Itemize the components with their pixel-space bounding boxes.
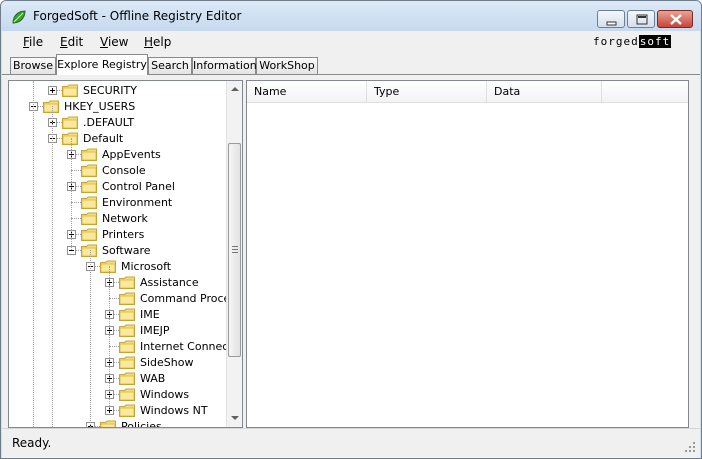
menu-edit[interactable]: Edit: [60, 35, 83, 49]
tree-node-label: Windows NT: [140, 404, 208, 417]
expand-plus-icon[interactable]: [48, 86, 57, 95]
tree-node-label: IMEJP: [140, 324, 170, 337]
folder-icon: [119, 308, 135, 321]
tree-node-label: Console: [102, 164, 146, 177]
explore-registry-content: SECURITY HKEY_USERS .DEFAULT Default AppEven…: [2, 74, 700, 428]
folder-icon: [81, 180, 97, 193]
tree-guide-line: [71, 138, 72, 250]
scroll-up-arrow-icon[interactable]: [231, 87, 239, 91]
tree-node-label: Assistance: [140, 276, 199, 289]
tree-node-label: Control Panel: [102, 180, 175, 193]
tree-node-label: IME: [140, 308, 160, 321]
folder-icon: [119, 388, 135, 401]
tab-search[interactable]: Search: [148, 57, 192, 74]
tab-bar: Browse Explore Registry Search Informati…: [2, 53, 700, 75]
resize-grip-icon[interactable]: [684, 441, 696, 453]
tree-node-label: Default: [83, 132, 124, 145]
tree-node-label: SideShow: [140, 356, 194, 369]
registry-tree[interactable]: SECURITY HKEY_USERS .DEFAULT Default AppEven…: [8, 80, 243, 428]
tree-node-label: Windows: [140, 388, 190, 401]
minimize-button[interactable]: [597, 10, 625, 28]
menu-view[interactable]: View: [100, 35, 128, 49]
folder-icon: [81, 164, 97, 177]
folder-icon: [119, 276, 135, 289]
scroll-thumb[interactable]: [228, 143, 241, 357]
tree-node-label: Network: [102, 212, 148, 225]
tree-guide-line: [109, 266, 110, 410]
folder-icon: [119, 292, 135, 305]
menu-help[interactable]: Help: [144, 35, 171, 49]
minimize-icon: [606, 21, 617, 26]
folder-icon: [81, 212, 97, 225]
tab-explore-registry[interactable]: Explore Registry: [56, 54, 148, 75]
maximize-icon: [636, 14, 648, 25]
tab-workshop[interactable]: WorkShop: [256, 57, 318, 74]
tab-information[interactable]: Information: [192, 57, 257, 74]
column-header-filler: [602, 81, 688, 103]
tree-vertical-scrollbar[interactable]: [226, 81, 242, 427]
tree-node-label: Environment: [102, 196, 173, 209]
values-list[interactable]: Name Type Data: [246, 80, 689, 428]
column-header-name[interactable]: Name: [247, 81, 367, 103]
tree-guide-line: [90, 250, 91, 427]
title-bar[interactable]: ForgedSoft - Offline Registry Editor: [1, 1, 701, 31]
folder-icon: [81, 148, 97, 161]
menu-file[interactable]: File: [23, 35, 43, 49]
tab-browse[interactable]: Browse: [10, 57, 56, 74]
column-header-data[interactable]: Data: [487, 81, 602, 103]
folder-icon: [119, 340, 135, 353]
tree-node-label: SECURITY: [83, 84, 137, 97]
folder-icon: [100, 420, 116, 427]
maximize-button[interactable]: [627, 10, 655, 28]
status-bar: Ready.: [2, 428, 700, 458]
folder-icon: [62, 84, 78, 97]
tree-node-label: Microsoft: [121, 260, 172, 273]
close-button[interactable]: [657, 10, 693, 28]
tree-node-label: AppEvents: [102, 148, 161, 161]
tree-node-label: Software: [102, 244, 151, 257]
tree-guide-line: [33, 81, 34, 427]
forgedsoft-logo: forgedsoft: [593, 35, 672, 48]
folder-icon: [81, 228, 97, 241]
thumb-grip: [232, 249, 238, 250]
folder-icon: [119, 404, 135, 417]
status-text: Ready.: [12, 436, 52, 450]
window-title: ForgedSoft - Offline Registry Editor: [33, 9, 242, 23]
folder-icon: [119, 324, 135, 337]
app-leaf-icon: [12, 10, 26, 24]
column-header-type[interactable]: Type: [367, 81, 487, 103]
tree-node-label: .DEFAULT: [83, 116, 135, 129]
tree-node-label: Printers: [102, 228, 145, 241]
tree-guide-line: [52, 106, 53, 427]
thumb-grip: [232, 252, 238, 253]
tree-node-label: HKEY_USERS: [64, 100, 136, 113]
tree-node-label: WAB: [140, 372, 166, 385]
folder-icon: [119, 356, 135, 369]
close-icon: [670, 14, 682, 25]
folder-icon: [119, 372, 135, 385]
folder-icon: [81, 196, 97, 209]
app-window: ForgedSoft - Offline Registry Editor Fil…: [0, 0, 702, 459]
thumb-grip: [232, 246, 238, 247]
folder-icon: [62, 116, 78, 129]
scroll-down-arrow-icon[interactable]: [231, 416, 239, 420]
menu-bar: File Edit View Help forgedsoft: [2, 31, 700, 53]
tree-node-label: Policies: [121, 420, 162, 428]
